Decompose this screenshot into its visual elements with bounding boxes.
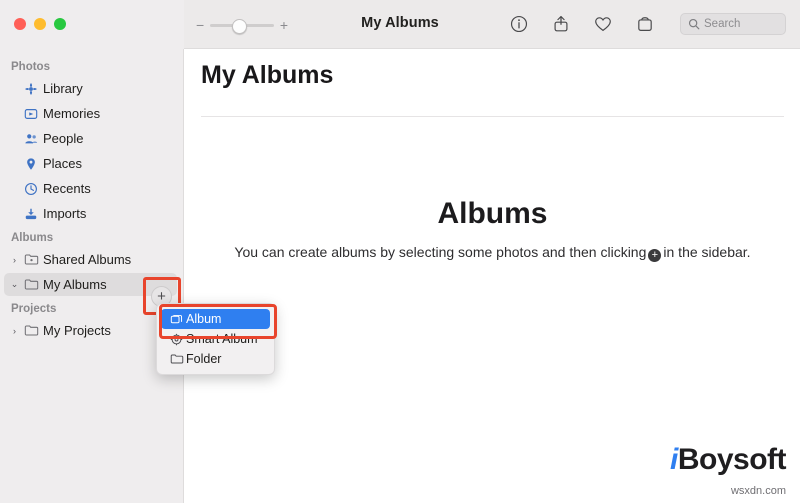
sidebar-item-memories[interactable]: › Memories bbox=[0, 101, 183, 126]
memories-icon bbox=[21, 107, 41, 121]
page-title: My Albums bbox=[201, 61, 334, 89]
search-placeholder: Search bbox=[704, 18, 741, 30]
empty-state-text-before: You can create albums by selecting some … bbox=[234, 244, 647, 260]
sidebar-item-label: Imports bbox=[43, 206, 87, 221]
sidebar-item-label: Recents bbox=[43, 181, 91, 196]
search-icon bbox=[687, 18, 700, 31]
sidebar-item-label: Places bbox=[43, 156, 83, 171]
sidebar-item-label: My Albums bbox=[43, 277, 107, 292]
chevron-spacer: › bbox=[8, 159, 21, 169]
sidebar-item-people[interactable]: › People bbox=[0, 126, 183, 151]
plus-circle-icon: + bbox=[648, 249, 662, 262]
sidebar-item-imports[interactable]: › Imports bbox=[0, 201, 183, 226]
imports-arrow-icon bbox=[21, 207, 41, 221]
share-icon[interactable] bbox=[550, 13, 572, 35]
chevron-spacer: › bbox=[8, 84, 21, 94]
menu-item-folder[interactable]: Folder bbox=[161, 349, 270, 369]
chevron-down-icon[interactable]: ⌄ bbox=[8, 279, 21, 290]
sidebar-item-label: People bbox=[43, 131, 84, 146]
rotate-icon[interactable] bbox=[634, 13, 656, 35]
recents-clock-icon bbox=[21, 182, 41, 196]
chevron-right-icon[interactable]: › bbox=[8, 326, 21, 336]
content-divider bbox=[201, 116, 784, 117]
empty-state-title: Albums bbox=[437, 197, 548, 230]
chevron-spacer: › bbox=[8, 184, 21, 194]
sidebar-item-recents[interactable]: › Recents bbox=[0, 176, 183, 201]
watermark-logo: i Boysoft bbox=[669, 443, 787, 477]
photos-app-window: − + My Albums Search Photos Library Memo… bbox=[0, 0, 800, 503]
sidebar: Photos › Library › bbox=[0, 49, 184, 503]
photos-library-icon bbox=[21, 82, 41, 96]
watermark-subtext: wsxdn.com bbox=[730, 485, 786, 497]
shared-folder-icon bbox=[21, 252, 41, 267]
sidebar-item-label: Library bbox=[43, 81, 83, 96]
watermark-brand-rest: Boysoft bbox=[677, 443, 787, 476]
sidebar-section-header-photos: Photos bbox=[11, 61, 50, 73]
chevron-right-icon[interactable]: › bbox=[8, 255, 21, 265]
folder-icon bbox=[21, 323, 41, 338]
toolbar-icons bbox=[508, 13, 656, 35]
heart-icon[interactable] bbox=[592, 13, 614, 35]
menu-item-label: Folder bbox=[186, 352, 222, 366]
main-content: My Albums Albums You can create albums b… bbox=[185, 49, 800, 503]
empty-state-text-after: in the sidebar. bbox=[663, 244, 751, 260]
titlebar: − + My Albums Search bbox=[0, 0, 800, 49]
sidebar-item-places[interactable]: › Places bbox=[0, 151, 183, 176]
watermark-brand-i: i bbox=[669, 443, 678, 476]
sidebar-item-label: My Projects bbox=[43, 323, 111, 338]
chevron-spacer: › bbox=[8, 209, 21, 219]
sidebar-section-header-albums: Albums bbox=[11, 232, 54, 244]
empty-state-description: You can create albums by selecting some … bbox=[185, 244, 800, 262]
places-pin-icon bbox=[21, 157, 41, 171]
sidebar-item-label: Memories bbox=[43, 106, 101, 121]
folder-icon bbox=[167, 352, 186, 366]
people-icon bbox=[21, 132, 41, 146]
sidebar-item-library[interactable]: › Library bbox=[0, 76, 183, 101]
chevron-spacer: › bbox=[8, 134, 21, 144]
sidebar-item-label: Shared Albums bbox=[43, 252, 132, 267]
album-menu-item-highlight-annotation bbox=[159, 304, 277, 339]
search-input[interactable]: Search bbox=[680, 13, 786, 35]
chevron-spacer: › bbox=[8, 109, 21, 119]
sidebar-item-shared-albums[interactable]: › Shared Albums bbox=[0, 247, 183, 272]
info-icon[interactable] bbox=[508, 13, 530, 35]
folder-icon bbox=[21, 277, 41, 292]
